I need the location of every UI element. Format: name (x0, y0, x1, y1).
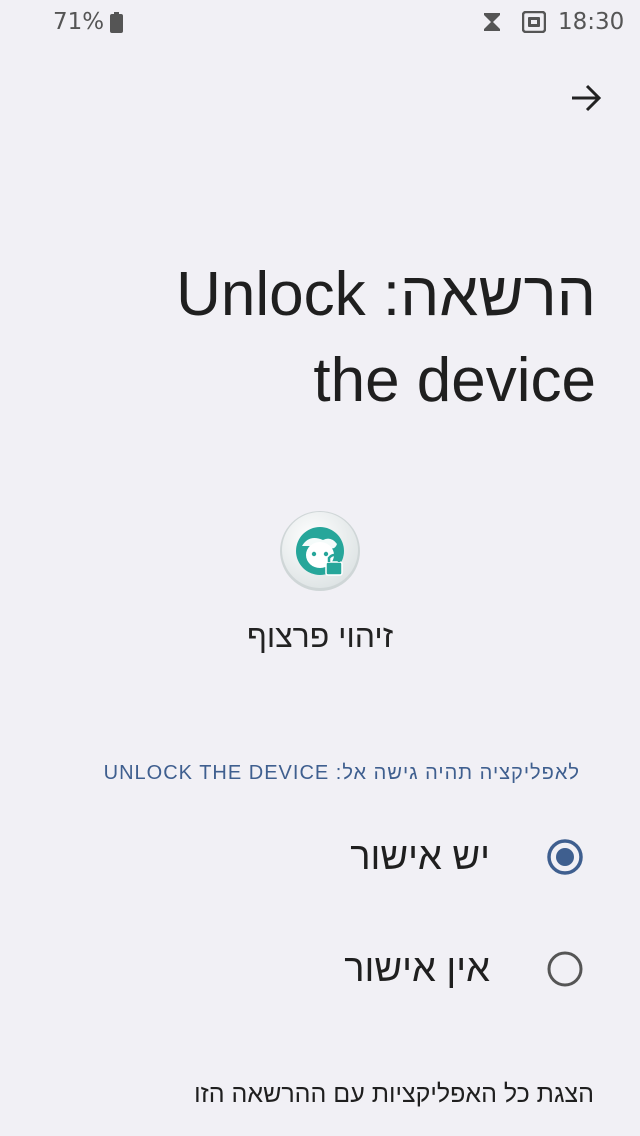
radio-label-allow: יש אישור (350, 836, 490, 878)
radio-label-deny: אין אישור (344, 948, 490, 990)
next-button[interactable] (566, 78, 606, 118)
arrow-forward-icon (572, 84, 602, 112)
page-title-line-1: הרשאה: Unlock (176, 260, 596, 329)
radio-option-allow[interactable]: יש אישור (0, 818, 640, 898)
radio-unselected-icon[interactable] (546, 950, 584, 988)
show-all-apps-link[interactable]: הצגת כל האפליקציות עם ההרשאה הזו (194, 1080, 594, 1109)
page-title-line-2: the device (313, 346, 596, 415)
battery-percent: 71% (53, 9, 105, 35)
radio-option-deny[interactable]: אין אישור (0, 930, 640, 1010)
hourglass-icon (484, 13, 500, 31)
status-bar: 71% 18:30 (0, 0, 640, 48)
sim-card-icon (522, 11, 546, 33)
face-lock-icon (280, 511, 360, 591)
clock: 18:30 (558, 9, 625, 35)
radio-selected-icon[interactable] (546, 838, 584, 876)
page-title: הרשאה: Unlock the device (76, 252, 596, 424)
permission-header: לאפליקציה תהיה גישה אל: UNLOCK THE DEVIC… (103, 762, 580, 784)
app-name: זיהוי פרצוף (246, 618, 394, 654)
battery-icon (110, 12, 123, 33)
